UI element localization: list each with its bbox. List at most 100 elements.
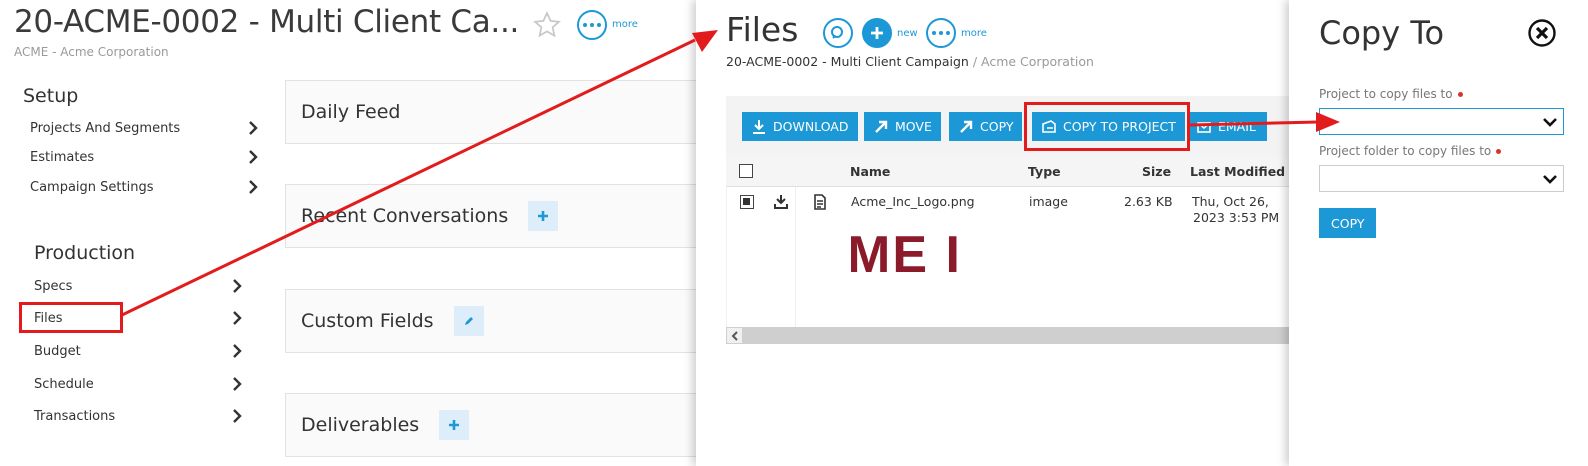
nav-item-estimates[interactable]: Estimates bbox=[30, 145, 260, 169]
download-label: DOWNLOAD bbox=[773, 119, 849, 134]
row-divider bbox=[795, 187, 796, 327]
plus-icon bbox=[538, 211, 549, 221]
project-more-label[interactable]: more bbox=[612, 19, 638, 30]
nav-item-specs[interactable]: Specs bbox=[34, 274, 244, 298]
column-size[interactable]: Size bbox=[1142, 164, 1171, 179]
card-recent-conversations: Recent Conversations bbox=[285, 184, 705, 248]
add-conversation-button[interactable] bbox=[528, 201, 559, 231]
nav-item-label: Campaign Settings bbox=[30, 179, 154, 195]
setup-heading: Setup bbox=[23, 85, 79, 107]
chevron-down-icon bbox=[1543, 118, 1557, 127]
nav-item-schedule[interactable]: Schedule bbox=[34, 372, 244, 396]
file-modified-date: Thu, Oct 26, bbox=[1192, 194, 1269, 209]
column-type[interactable]: Type bbox=[1028, 164, 1061, 179]
files-new-label[interactable]: new bbox=[897, 28, 918, 39]
row-checkbox[interactable] bbox=[740, 195, 754, 209]
more-icon bbox=[583, 23, 601, 27]
highlight-files-nav bbox=[19, 302, 123, 333]
files-search-button[interactable] bbox=[823, 18, 853, 48]
chevron-right-icon bbox=[233, 344, 242, 358]
card-custom-fields: Custom Fields bbox=[285, 289, 705, 353]
move-label: MOVE bbox=[895, 119, 932, 134]
scroll-left-button[interactable] bbox=[726, 327, 743, 344]
nav-item-projects-and-segments[interactable]: Projects And Segments bbox=[30, 116, 260, 140]
copy-to-title: Copy To bbox=[1319, 14, 1445, 52]
file-type: image bbox=[1029, 194, 1068, 209]
chevron-right-icon bbox=[233, 311, 242, 325]
files-more-label[interactable]: more bbox=[961, 28, 987, 39]
breadcrumb-client[interactable]: Acme Corporation bbox=[981, 54, 1094, 69]
pencil-icon bbox=[464, 317, 473, 325]
project-field-label: Project to copy files to bbox=[1319, 87, 1463, 101]
card-daily-feed: Daily Feed bbox=[285, 80, 705, 144]
project-client: ACME - Acme Corporation bbox=[14, 45, 169, 59]
folder-field-label-text: Project folder to copy files to bbox=[1319, 144, 1492, 158]
breadcrumb-project[interactable]: 20-ACME-0002 - Multi Client Campaign bbox=[726, 54, 969, 69]
card-title: Daily Feed bbox=[301, 101, 401, 123]
required-indicator bbox=[1496, 149, 1502, 154]
nav-item-label: Schedule bbox=[34, 376, 94, 392]
files-more-button[interactable] bbox=[926, 18, 956, 48]
copy-confirm-button[interactable]: COPY bbox=[1319, 208, 1377, 238]
star-icon[interactable] bbox=[532, 10, 562, 40]
thumbnail-logo-text: ME I bbox=[851, 233, 961, 284]
production-heading: Production bbox=[34, 242, 136, 264]
required-indicator bbox=[1457, 92, 1463, 97]
chevron-right-icon bbox=[233, 409, 242, 423]
files-new-button[interactable] bbox=[862, 18, 892, 48]
copy-label: COPY bbox=[980, 119, 1014, 134]
column-last-modified[interactable]: Last Modified bbox=[1190, 164, 1285, 179]
folder-select[interactable] bbox=[1319, 165, 1564, 192]
card-title: Recent Conversations bbox=[301, 205, 509, 227]
chevron-right-icon bbox=[249, 121, 258, 135]
download-button[interactable]: DOWNLOAD bbox=[742, 112, 858, 141]
file-thumbnail[interactable]: ME I bbox=[851, 233, 961, 293]
file-size: 2.63 KB bbox=[1124, 194, 1173, 209]
chevron-right-icon bbox=[249, 180, 258, 194]
copy-button[interactable]: COPY bbox=[949, 112, 1023, 141]
nav-item-budget[interactable]: Budget bbox=[34, 339, 244, 363]
email-button[interactable]: EMAIL bbox=[1187, 112, 1267, 141]
plus-icon bbox=[449, 420, 460, 430]
file-modified-time: 2023 3:53 PM bbox=[1193, 210, 1280, 225]
column-name[interactable]: Name bbox=[850, 164, 890, 179]
project-more-button[interactable] bbox=[577, 10, 607, 40]
card-deliverables: Deliverables bbox=[285, 393, 705, 457]
select-all-checkbox[interactable] bbox=[739, 164, 753, 178]
file-icon[interactable] bbox=[813, 194, 827, 210]
project-field-label-text: Project to copy files to bbox=[1319, 87, 1453, 101]
arrow-up-right-icon bbox=[875, 120, 888, 133]
horizontal-scrollbar[interactable] bbox=[726, 327, 1296, 344]
edit-custom-fields-button[interactable] bbox=[453, 306, 484, 336]
close-icon[interactable] bbox=[1527, 18, 1557, 48]
nav-item-campaign-settings[interactable]: Campaign Settings bbox=[30, 175, 260, 199]
table-row[interactable]: Acme_Inc_Logo.png image 2.63 KB Thu, Oct… bbox=[726, 187, 1296, 327]
breadcrumb: 20-ACME-0002 - Multi Client Campaign / A… bbox=[726, 54, 1094, 69]
copy-to-panel: Copy To Project to copy files to Project… bbox=[1289, 0, 1588, 466]
nav-item-label: Budget bbox=[34, 343, 81, 359]
project-select[interactable] bbox=[1319, 108, 1564, 135]
file-name[interactable]: Acme_Inc_Logo.png bbox=[851, 194, 975, 209]
email-label: EMAIL bbox=[1218, 119, 1256, 134]
add-deliverable-button[interactable] bbox=[439, 410, 470, 440]
nav-item-label: Specs bbox=[34, 278, 73, 294]
files-table-header: Name Type Size Last Modified bbox=[726, 156, 1296, 187]
nav-item-transactions[interactable]: Transactions bbox=[34, 404, 244, 428]
chevron-right-icon bbox=[249, 150, 258, 164]
nav-item-label: Transactions bbox=[34, 408, 116, 424]
highlight-copy-to-project bbox=[1024, 102, 1190, 151]
folder-field-label: Project folder to copy files to bbox=[1319, 144, 1502, 158]
breadcrumb-separator: / bbox=[968, 54, 982, 69]
chevron-left-icon bbox=[731, 330, 738, 341]
mail-icon bbox=[1197, 121, 1211, 133]
download-icon[interactable] bbox=[773, 194, 789, 210]
move-button[interactable]: MOVE bbox=[864, 112, 941, 141]
files-panel: Files new more 20-ACME-0002 - Multi Clie… bbox=[696, 0, 1296, 466]
search-icon bbox=[831, 26, 843, 39]
files-toolbar: DOWNLOAD MOVE COPY COPY TO PROJECT EMAIL bbox=[726, 96, 1296, 156]
card-title: Deliverables bbox=[301, 414, 420, 436]
nav-item-label: Projects And Segments bbox=[30, 120, 181, 136]
nav-item-label: Estimates bbox=[30, 149, 95, 165]
files-title: Files bbox=[726, 10, 799, 49]
card-title: Custom Fields bbox=[301, 310, 434, 332]
